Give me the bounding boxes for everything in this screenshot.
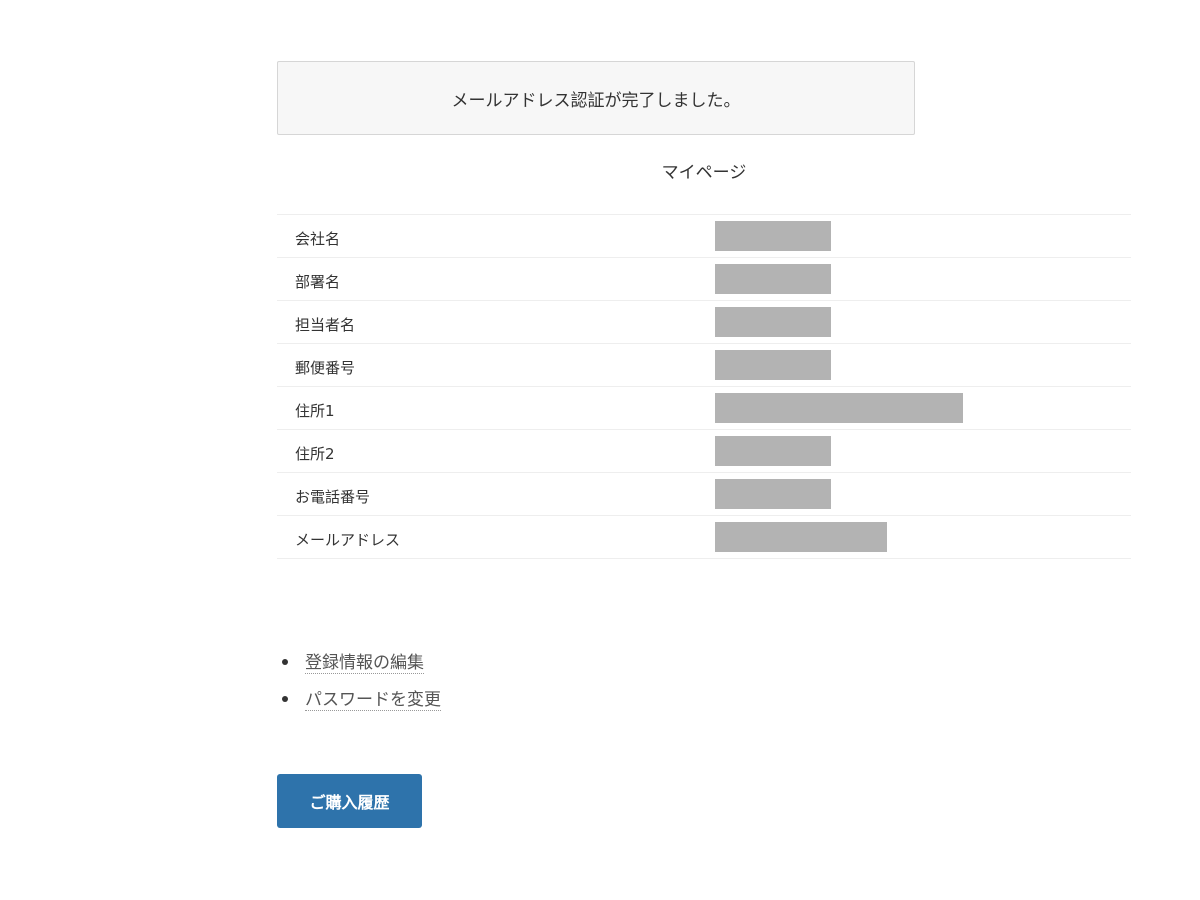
row-label: 担当者名 <box>295 316 356 334</box>
masked-value <box>715 436 831 466</box>
row-label: 会社名 <box>295 230 341 248</box>
row-label: 部署名 <box>295 273 341 291</box>
list-item: 登録情報の編集 <box>277 648 441 685</box>
row-label: 住所1 <box>295 402 335 420</box>
edit-registration-link[interactable]: 登録情報の編集 <box>305 653 424 674</box>
masked-value <box>715 479 831 509</box>
masked-value <box>715 264 831 294</box>
masked-value <box>715 393 963 423</box>
account-links: 登録情報の編集 パスワードを変更 <box>277 648 441 722</box>
row-label: 住所2 <box>295 445 335 463</box>
table-row-phone: お電話番号 <box>277 473 1131 516</box>
row-label: メールアドレス <box>295 531 401 549</box>
table-row-email: メールアドレス <box>277 516 1131 559</box>
purchase-history-button[interactable]: ご購入履歴 <box>277 774 422 828</box>
masked-value <box>715 221 831 251</box>
list-item: パスワードを変更 <box>277 685 441 722</box>
masked-value <box>715 307 831 337</box>
page: メールアドレス認証が完了しました。 マイページ 会社名 部署名 担当者名 郵便番… <box>0 0 1200 900</box>
profile-table: 会社名 部署名 担当者名 郵便番号 住所1 住所2 お電話番号 メールアドレス <box>277 214 1131 559</box>
table-row-contact-person: 担当者名 <box>277 301 1131 344</box>
success-notice: メールアドレス認証が完了しました。 <box>277 61 915 135</box>
table-row-address-2: 住所2 <box>277 430 1131 473</box>
table-row-department: 部署名 <box>277 258 1131 301</box>
bullet-icon <box>282 659 288 665</box>
page-title: マイページ <box>661 163 747 183</box>
bullet-icon <box>282 696 288 702</box>
table-row-company: 会社名 <box>277 215 1131 258</box>
row-label: お電話番号 <box>295 488 371 506</box>
masked-value <box>715 522 887 552</box>
row-label: 郵便番号 <box>295 359 356 377</box>
notice-message: メールアドレス認証が完了しました。 <box>451 90 741 111</box>
table-row-postal-code: 郵便番号 <box>277 344 1131 387</box>
change-password-link[interactable]: パスワードを変更 <box>305 690 441 711</box>
table-row-address-1: 住所1 <box>277 387 1131 430</box>
masked-value <box>715 350 831 380</box>
